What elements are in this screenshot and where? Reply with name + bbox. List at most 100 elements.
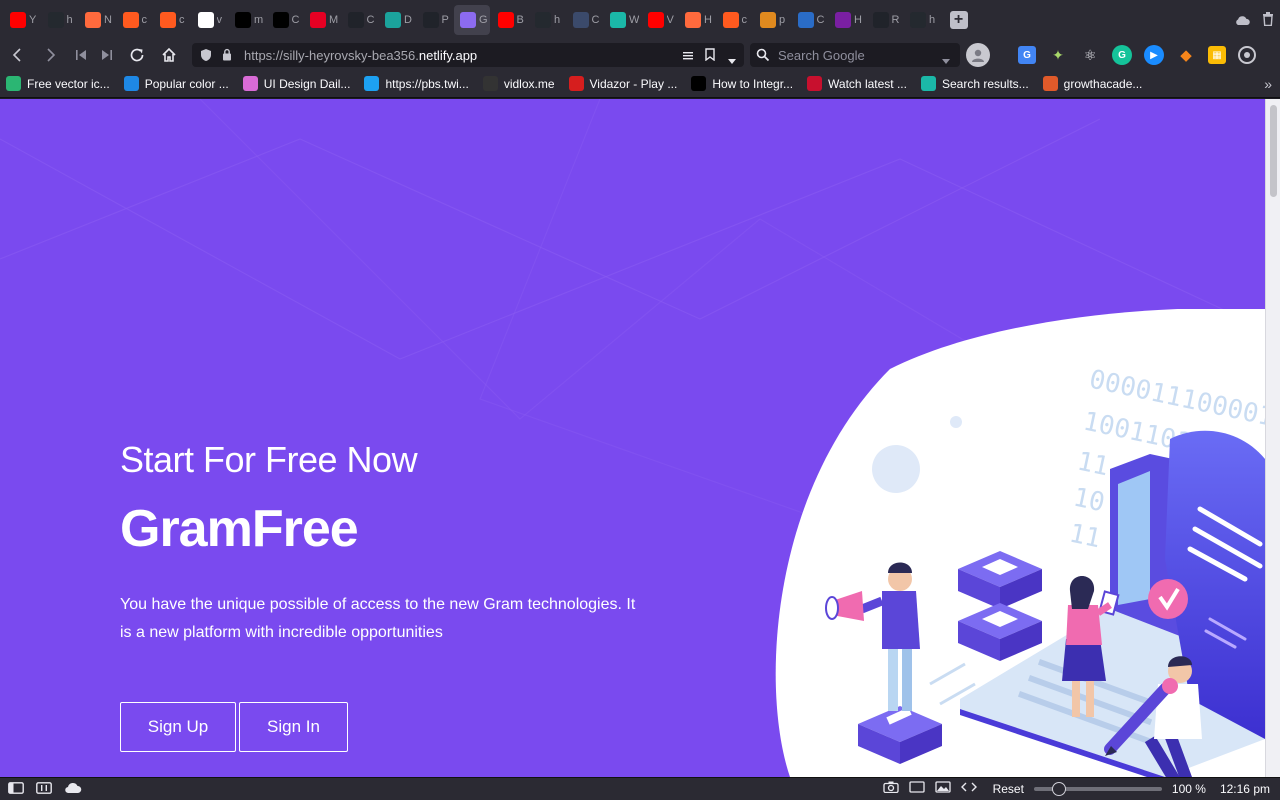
back-button[interactable] <box>6 44 28 66</box>
hero-tagline: Start For Free Now <box>120 439 418 480</box>
browser-tab[interactable]: h <box>904 5 940 35</box>
puzzle-icon[interactable]: ✦ <box>1048 45 1068 65</box>
bookmark-item[interactable]: UI Design Dail... <box>242 76 350 91</box>
status-bar-right: Reset 100 % 12:16 pm <box>882 781 1270 796</box>
browser-tab[interactable]: G <box>454 5 490 35</box>
chevron-down-icon[interactable] <box>942 52 950 70</box>
scrollbar-thumb[interactable] <box>1270 105 1277 197</box>
tab-title: h <box>929 14 936 26</box>
profile-avatar-icon[interactable] <box>966 43 990 67</box>
page-viewport: Start For Free Now GramFree You have the… <box>0 99 1265 777</box>
github-icon <box>47 12 64 28</box>
bookmark-item[interactable]: Search results... <box>920 76 1029 91</box>
c-logo-icon <box>691 76 707 91</box>
bookmark-item[interactable]: Popular color ... <box>123 76 229 91</box>
tab-strip-actions <box>1234 12 1274 31</box>
fast-forward-button[interactable] <box>96 44 118 66</box>
zoom-level[interactable]: 100 % <box>1172 782 1206 796</box>
browser-tab[interactable]: P <box>417 5 453 35</box>
bookmark-icon[interactable] <box>705 48 715 66</box>
browser-tab[interactable]: m <box>229 5 265 35</box>
bookmark-item[interactable]: Vidazor - Play ... <box>568 76 677 91</box>
browser-tab[interactable]: C <box>792 5 828 35</box>
browser-tab[interactable]: W <box>604 5 640 35</box>
browser-tab[interactable]: h <box>42 5 78 35</box>
color-picker-icon[interactable]: ▦ <box>1208 46 1226 64</box>
browser-tab[interactable]: Y <box>4 5 40 35</box>
tab-tiling-icon[interactable] <box>36 782 52 797</box>
bookmark-item[interactable]: vidlox.me <box>482 76 555 91</box>
sidebar-toggle-icon[interactable] <box>8 782 24 797</box>
browser-tab[interactable]: C <box>342 5 378 35</box>
shield-icon[interactable] <box>200 48 212 67</box>
tab-title: C <box>366 14 375 26</box>
address-bar[interactable]: https://silly-heyrovsky-bea356.netlify.a… <box>192 43 744 67</box>
chevron-down-icon[interactable] <box>728 52 736 70</box>
zoom-slider[interactable] <box>1033 781 1162 796</box>
search-input[interactable] <box>778 47 938 63</box>
grammarly-icon[interactable]: G <box>1112 45 1132 65</box>
screen-recorder-icon[interactable]: ▶ <box>1144 45 1164 65</box>
metamask-fox-icon[interactable]: ◆ <box>1176 45 1196 65</box>
cloud-icon[interactable] <box>1234 13 1250 31</box>
bookmark-item[interactable]: https://pbs.twi... <box>364 76 469 91</box>
forward-button[interactable] <box>40 44 62 66</box>
image-icon[interactable] <box>934 781 951 796</box>
zoom-reset-button[interactable]: Reset <box>993 782 1024 796</box>
sign-up-button[interactable]: Sign Up <box>120 702 236 752</box>
s-logo-icon <box>610 12 626 28</box>
browser-tab[interactable]: h <box>529 5 565 35</box>
rewind-button[interactable] <box>70 44 92 66</box>
tab-title: R <box>891 14 900 26</box>
home-button[interactable] <box>158 44 180 66</box>
browser-tab[interactable]: c <box>154 5 190 35</box>
react-devtools-icon[interactable]: ⚛ <box>1080 45 1100 65</box>
browser-tab[interactable]: v <box>192 5 228 35</box>
browser-tab[interactable]: M <box>304 5 340 35</box>
camera-icon[interactable] <box>882 781 899 796</box>
target-icon[interactable] <box>1238 46 1256 64</box>
page-scrollbar[interactable] <box>1265 99 1280 777</box>
bookmark-item[interactable]: growthacade... <box>1042 76 1142 91</box>
browser-tab[interactable]: B <box>492 5 528 35</box>
bookmark-list: Free vector ic... Popular color ... UI Des… <box>6 76 1156 91</box>
browser-tab[interactable]: c <box>717 5 753 35</box>
browser-tab[interactable]: D <box>379 5 415 35</box>
url-text[interactable]: https://silly-heyrovsky-bea356.netlify.a… <box>244 48 477 63</box>
link-icon <box>722 12 739 28</box>
browser-tab[interactable]: p <box>754 5 790 35</box>
bookmark-item[interactable]: Watch latest ... <box>807 76 907 91</box>
bookmark-item[interactable]: How to Integr... <box>691 76 793 91</box>
browser-tab[interactable]: H <box>679 5 715 35</box>
browser-tab[interactable]: V <box>642 5 678 35</box>
browser-tab[interactable]: C <box>567 5 603 35</box>
browser-tab[interactable]: C <box>267 5 303 35</box>
window-icon[interactable] <box>908 781 925 796</box>
binary-text-line-4: 10 <box>1071 483 1108 519</box>
tab-title: C <box>591 14 600 26</box>
new-tab-button[interactable]: + <box>949 11 968 29</box>
lock-icon[interactable] <box>222 48 232 66</box>
twitter-icon <box>364 76 380 91</box>
trash-icon[interactable] <box>1262 12 1274 31</box>
reload-button[interactable] <box>126 44 148 66</box>
chevron-double-right-icon[interactable]: » <box>1264 76 1272 92</box>
translate-icon[interactable]: G <box>1018 46 1036 64</box>
pinterest-icon <box>310 12 326 28</box>
zoom-slider-knob[interactable] <box>1051 781 1066 796</box>
code-icon[interactable] <box>960 781 977 796</box>
tab-title: D <box>404 14 412 26</box>
react-icon <box>422 12 439 28</box>
c-logo-icon <box>123 76 139 91</box>
cloud-sync-icon[interactable] <box>64 782 82 797</box>
browser-tab[interactable]: c <box>117 5 153 35</box>
browser-tab[interactable]: N <box>79 5 115 35</box>
youtube-icon <box>647 12 664 28</box>
sign-in-button[interactable]: Sign In <box>239 702 348 752</box>
browser-tab[interactable]: H <box>829 5 865 35</box>
search-box[interactable] <box>750 43 960 67</box>
reader-view-icon[interactable] <box>682 49 694 67</box>
browser-tab[interactable]: R <box>867 5 903 35</box>
check-badge-icon <box>1148 579 1188 619</box>
bookmark-item[interactable]: Free vector ic... <box>6 76 110 91</box>
